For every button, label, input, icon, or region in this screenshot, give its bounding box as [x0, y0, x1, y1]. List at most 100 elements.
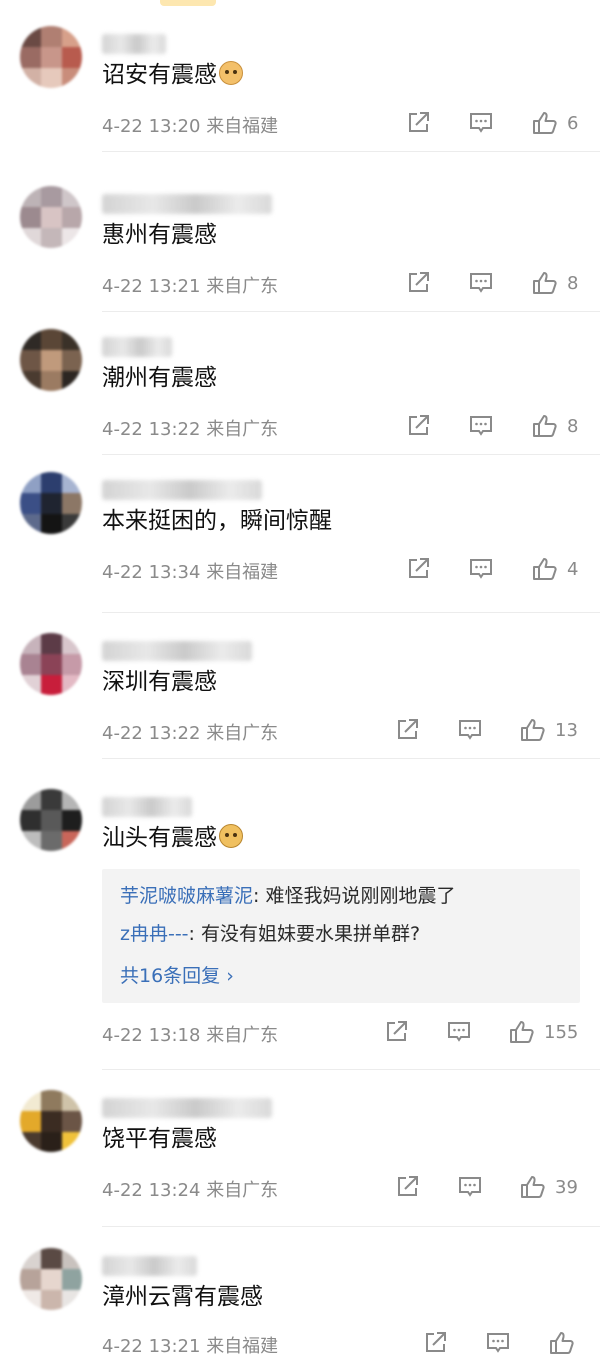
comment-actions: 39 [0, 1172, 600, 1202]
comment-item: 深圳有震感 4-22 13:22 来自广东 13 [0, 627, 600, 759]
share-button[interactable] [405, 268, 431, 298]
like-button[interactable] [548, 1328, 576, 1358]
replies-box[interactable]: 芋泥啵啵麻薯泥: 难怪我妈说刚刚地震了 z冉冉---: 有没有姐妹要水果拼单群?… [102, 869, 580, 1003]
like-count: 155 [544, 1021, 579, 1043]
share-icon [409, 272, 429, 292]
share-icon [387, 1021, 407, 1041]
comment-text: 汕头有震感 [102, 823, 243, 853]
comment-icon [470, 273, 492, 293]
username-blurred[interactable] [102, 1098, 272, 1118]
avatar[interactable] [20, 329, 82, 391]
comment-icon [448, 1022, 470, 1042]
share-button[interactable] [394, 715, 420, 745]
share-button[interactable] [405, 108, 431, 138]
comment-actions: 8 [0, 268, 600, 298]
reply-username[interactable]: z冉冉--- [120, 923, 189, 945]
comment-text: 潮州有震感 [102, 365, 217, 391]
share-button[interactable] [405, 554, 431, 584]
reply-button[interactable] [468, 268, 494, 298]
comment-icon [470, 559, 492, 579]
share-button[interactable] [422, 1328, 448, 1358]
comment-actions: 155 [0, 1017, 600, 1047]
comment-text: 惠州有震感 [102, 222, 217, 248]
like-icon [521, 1176, 545, 1198]
doge-emoji-icon [219, 824, 243, 848]
comment-item: 惠州有震感 4-22 13:21 来自广东 8 [0, 180, 600, 312]
comment-actions: 6 [0, 108, 600, 138]
reply-text: : 难怪我妈说刚刚地震了 [253, 885, 456, 907]
like-icon [533, 415, 557, 437]
avatar[interactable] [20, 186, 82, 248]
avatar[interactable] [20, 633, 82, 695]
comment-actions [0, 1328, 600, 1358]
avatar[interactable] [20, 789, 82, 851]
divider [102, 1226, 600, 1227]
avatar[interactable] [20, 1090, 82, 1152]
comment-actions: 8 [0, 411, 600, 441]
like-icon [533, 558, 557, 580]
comment-text: 诏安有震感 [102, 60, 243, 90]
username-blurred[interactable] [102, 194, 272, 214]
divider [102, 311, 600, 312]
comment-text: 本来挺困的，瞬间惊醒 [102, 508, 332, 534]
comment-icon [470, 416, 492, 436]
divider [102, 758, 600, 759]
share-button[interactable] [394, 1172, 420, 1202]
reply-button[interactable] [457, 715, 483, 745]
reply-button[interactable] [468, 108, 494, 138]
like-button[interactable]: 39 [519, 1172, 578, 1202]
username-blurred[interactable] [102, 480, 262, 500]
like-icon [521, 719, 545, 741]
comment-item: 本来挺困的，瞬间惊醒 4-22 13:34 来自福建 4 [0, 466, 600, 613]
reply-button[interactable] [446, 1017, 472, 1047]
comment-text: 饶平有震感 [102, 1126, 217, 1152]
more-replies-link[interactable]: 共16条回复 › [120, 961, 234, 988]
comment-actions: 13 [0, 715, 600, 745]
comment-text: 深圳有震感 [102, 669, 217, 695]
share-button[interactable] [383, 1017, 409, 1047]
like-icon [533, 112, 557, 134]
username-blurred[interactable] [102, 1256, 197, 1276]
share-icon [409, 112, 429, 132]
like-button[interactable]: 155 [508, 1017, 578, 1047]
share-icon [409, 415, 429, 435]
reply-button[interactable] [457, 1172, 483, 1202]
like-count: 39 [555, 1176, 578, 1198]
divider [102, 612, 600, 613]
comment-item: 汕头有震感 芋泥啵啵麻薯泥: 难怪我妈说刚刚地震了 z冉冉---: 有没有姐妹要… [0, 783, 600, 1073]
avatar[interactable] [20, 1248, 82, 1310]
reply-button[interactable] [468, 411, 494, 441]
like-button[interactable]: 4 [531, 554, 578, 584]
like-button[interactable]: 13 [519, 715, 578, 745]
like-count: 8 [567, 415, 579, 437]
avatar[interactable] [20, 26, 82, 88]
comment-icon [470, 113, 492, 133]
like-icon [533, 272, 557, 294]
username-blurred[interactable] [102, 797, 192, 817]
like-icon [510, 1021, 534, 1043]
share-icon [398, 1176, 418, 1196]
avatar[interactable] [20, 472, 82, 534]
like-icon [550, 1332, 574, 1354]
reply-button[interactable] [485, 1328, 511, 1358]
reply-button[interactable] [468, 554, 494, 584]
comment-icon [487, 1333, 509, 1353]
reply-username[interactable]: 芋泥啵啵麻薯泥 [120, 885, 253, 907]
divider [102, 151, 600, 152]
comment-item: 潮州有震感 4-22 13:22 来自广东 8 [0, 323, 600, 455]
like-button[interactable]: 8 [531, 411, 578, 441]
comment-item: 漳州云霄有震感 4-22 13:21 来自福建 [0, 1242, 600, 1361]
comment-item: 诏安有震感 4-22 13:20 来自福建 6 [0, 20, 600, 152]
username-blurred[interactable] [102, 641, 252, 661]
reply-item: 芋泥啵啵麻薯泥: 难怪我妈说刚刚地震了 [120, 883, 455, 909]
like-count: 8 [567, 272, 579, 294]
comment-icon [459, 1177, 481, 1197]
comment-text: 漳州云霄有震感 [102, 1284, 263, 1310]
username-blurred[interactable] [102, 34, 166, 54]
cat-emoji-icon [219, 61, 243, 85]
share-button[interactable] [405, 411, 431, 441]
comment-item: 饶平有震感 4-22 13:24 来自广东 39 [0, 1084, 600, 1227]
like-button[interactable]: 6 [531, 108, 578, 138]
username-blurred[interactable] [102, 337, 172, 357]
like-button[interactable]: 8 [531, 268, 578, 298]
